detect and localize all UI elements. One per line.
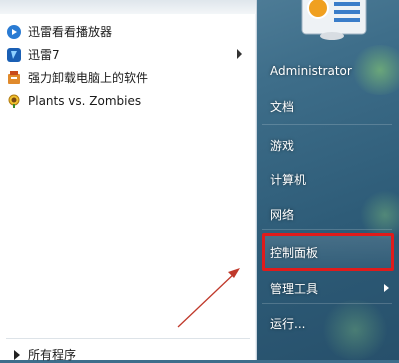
right-item-label: Administrator — [270, 64, 352, 78]
right-item-games[interactable]: 游戏 — [270, 137, 294, 154]
right-item-admin-tools[interactable]: 管理工具 — [270, 280, 318, 297]
all-programs-label: 所有程序 — [28, 348, 77, 362]
program-label: 强力卸载电脑上的软件 — [28, 71, 149, 85]
right-item-label: 管理工具 — [270, 282, 319, 296]
right-item-network[interactable]: 网络 — [270, 206, 294, 223]
uninstall-icon — [6, 70, 22, 86]
submenu-arrow-icon — [237, 49, 242, 59]
expand-arrow-icon — [14, 349, 20, 360]
program-label: Plants vs. Zombies — [28, 93, 142, 108]
start-menu-programs-pane: 迅雷看看播放器 迅雷7 强力卸载电脑上的软件 Plants vs. Zombie… — [0, 0, 257, 363]
right-divider — [262, 303, 392, 304]
right-item-administrator[interactable]: Administrator — [270, 64, 352, 78]
background-glow — [350, 45, 399, 95]
program-item-xunlei7[interactable]: 迅雷7 — [6, 43, 250, 66]
right-item-run[interactable]: 运行... — [270, 315, 305, 332]
program-label: 迅雷7 — [28, 48, 60, 62]
right-divider — [262, 124, 392, 125]
right-item-computer[interactable]: 计算机 — [270, 171, 306, 188]
right-item-label: 网络 — [270, 208, 295, 222]
xunlei7-icon — [6, 47, 22, 63]
right-item-label: 计算机 — [270, 173, 307, 187]
all-programs-divider — [6, 338, 250, 339]
program-item-xunlei-kankan[interactable]: 迅雷看看播放器 — [6, 20, 250, 43]
right-item-documents[interactable]: 文档 — [270, 98, 294, 115]
right-item-control-panel[interactable]: 控制面板 — [270, 244, 318, 261]
background-glow — [320, 300, 390, 360]
submenu-arrow-icon — [384, 284, 389, 292]
right-item-label: 游戏 — [270, 139, 295, 153]
all-programs-button[interactable]: 所有程序 — [14, 346, 76, 363]
plants-vs-zombies-icon — [6, 93, 22, 109]
xunlei-kankan-icon — [6, 24, 22, 40]
right-divider — [262, 229, 392, 230]
program-item-uninstall[interactable]: 强力卸载电脑上的软件 — [6, 66, 250, 89]
right-item-label: 运行... — [270, 317, 306, 331]
right-item-label: 文档 — [270, 100, 295, 114]
pinned-area-top — [0, 0, 256, 14]
program-item-plants-vs-zombies[interactable]: Plants vs. Zombies — [6, 89, 250, 112]
user-picture-icon[interactable] — [300, 0, 370, 40]
right-item-label: 控制面板 — [270, 246, 319, 260]
program-label: 迅雷看看播放器 — [28, 25, 113, 39]
